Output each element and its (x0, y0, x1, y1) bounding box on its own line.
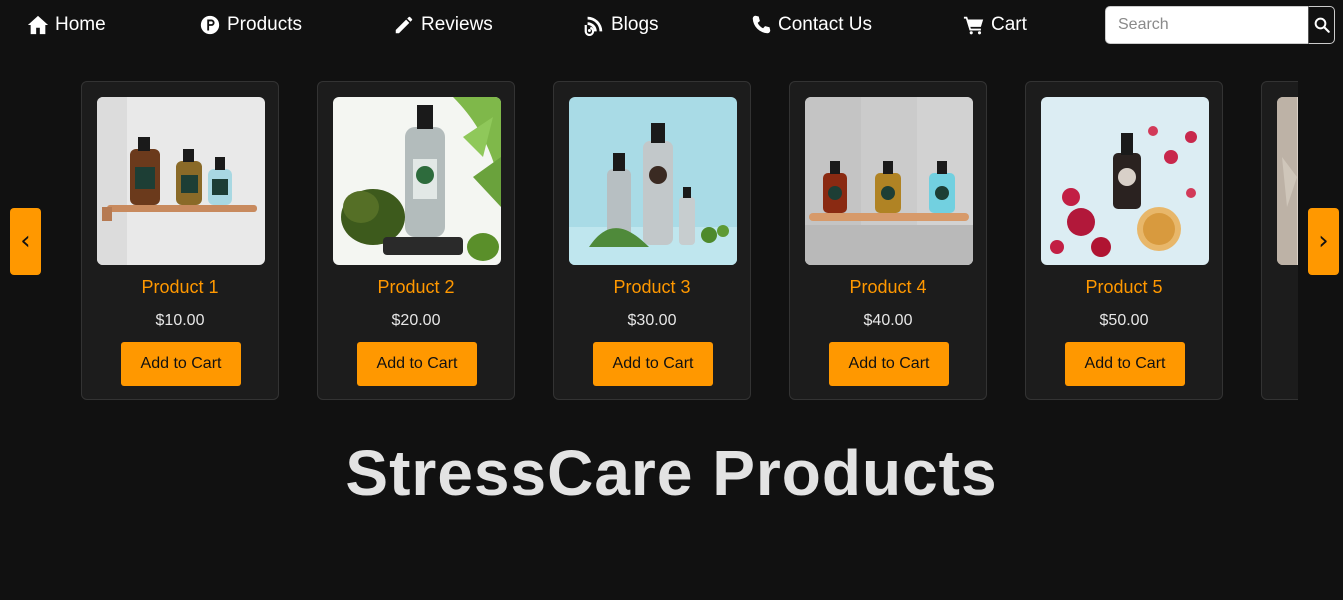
product-card: Product 2 $20.00 Add to Cart (317, 81, 515, 400)
product-card: Product 4 $40.00 Add to Cart (789, 81, 987, 400)
search-button[interactable] (1308, 6, 1335, 44)
nav-cart-label: Cart (991, 14, 1027, 35)
product-image[interactable] (805, 97, 973, 265)
product-price: $10.00 (155, 312, 205, 329)
product-name[interactable]: Product 2 (318, 277, 514, 298)
product-image[interactable] (569, 97, 737, 265)
product-hunt-icon (200, 15, 220, 35)
home-icon (27, 15, 49, 35)
nav-cart[interactable]: Cart (963, 12, 1027, 38)
add-to-cart-button[interactable]: Add to Cart (121, 342, 241, 386)
blog-icon (584, 16, 603, 36)
nav-blogs[interactable]: Blogs (583, 12, 659, 38)
top-navigation: Home Products Reviews Blogs Contact Us C… (0, 0, 1343, 50)
add-to-cart-button[interactable]: Add to Cart (357, 342, 477, 386)
nav-products[interactable]: Products (199, 12, 302, 38)
nav-home-label: Home (55, 14, 106, 35)
carousel-next-button[interactable]: › (1308, 208, 1339, 275)
product-card: Product 3 $30.00 Add to Cart (553, 81, 751, 400)
product-image[interactable] (1041, 97, 1209, 265)
page-heading: StressCare Products (345, 437, 998, 509)
nav-home[interactable]: Home (27, 12, 106, 38)
add-to-cart-button[interactable]: Add to Cart (593, 342, 713, 386)
product-image[interactable] (1277, 97, 1298, 265)
nav-blogs-label: Blogs (611, 14, 659, 35)
product-image[interactable] (97, 97, 265, 265)
product-name[interactable]: Product 4 (790, 277, 986, 298)
cart-icon (963, 16, 984, 35)
product-card (1261, 81, 1298, 400)
product-price: $20.00 (391, 312, 441, 329)
search-bar (1105, 6, 1335, 44)
carousel-prev-button[interactable]: ‹ (10, 208, 41, 275)
search-icon (1314, 17, 1330, 33)
nav-contact-label: Contact Us (778, 14, 872, 35)
nav-products-label: Products (227, 14, 302, 35)
nav-reviews-label: Reviews (421, 14, 493, 35)
product-carousel: Product 1 $10.00 Add to Cart Product 2 $… (80, 81, 1298, 403)
product-image[interactable] (333, 97, 501, 265)
pencil-icon (395, 16, 413, 34)
product-price: $50.00 (1099, 312, 1149, 329)
add-to-cart-button[interactable]: Add to Cart (829, 342, 949, 386)
product-name[interactable]: Product 1 (82, 277, 278, 298)
search-input[interactable] (1105, 6, 1308, 44)
product-price: $30.00 (627, 312, 677, 329)
phone-icon (752, 15, 771, 34)
product-card: Product 5 $50.00 Add to Cart (1025, 81, 1223, 400)
product-price: $40.00 (863, 312, 913, 329)
product-name[interactable]: Product 5 (1026, 277, 1222, 298)
product-card: Product 1 $10.00 Add to Cart (81, 81, 279, 400)
nav-contact[interactable]: Contact Us (750, 12, 872, 38)
add-to-cart-button[interactable]: Add to Cart (1065, 342, 1185, 386)
product-name[interactable]: Product 3 (554, 277, 750, 298)
nav-reviews[interactable]: Reviews (393, 12, 493, 38)
